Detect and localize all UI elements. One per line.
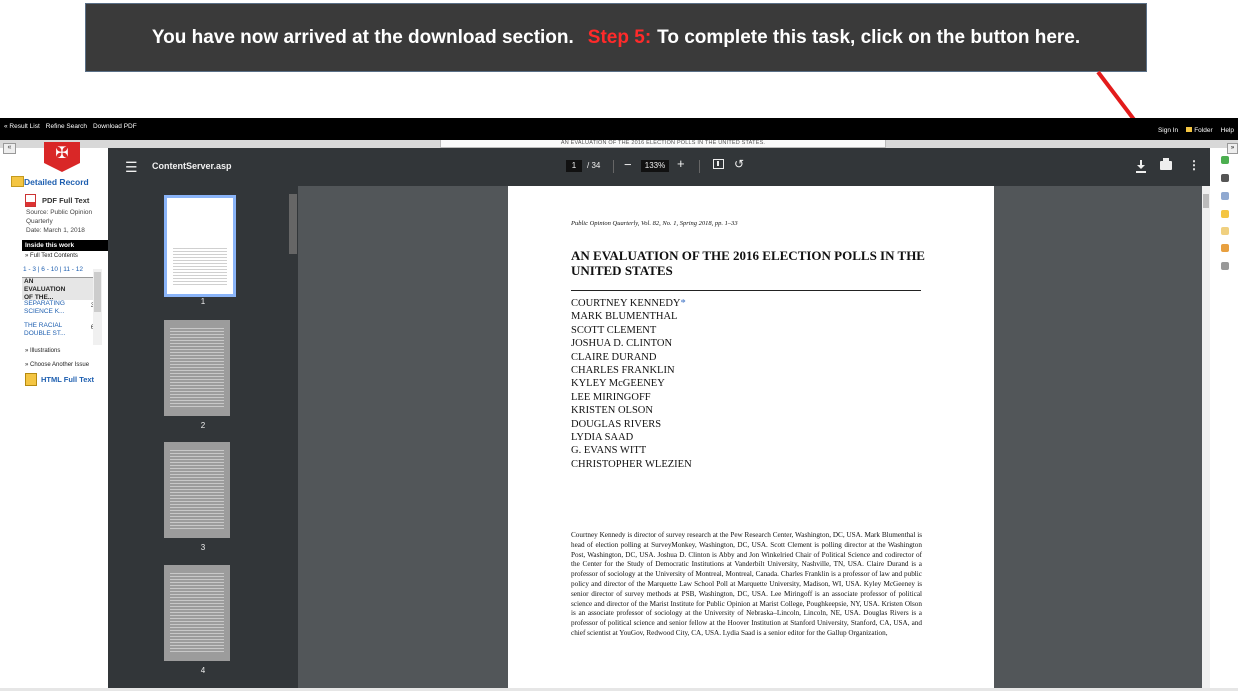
- inside-this-work-header: Inside this work: [22, 240, 108, 251]
- page-thumbnail[interactable]: [164, 320, 230, 416]
- author-name: CHRISTOPHER WLEZIEN: [571, 458, 692, 470]
- save-icon[interactable]: [1221, 210, 1229, 218]
- html-full-text-link[interactable]: HTML Full Text: [41, 375, 94, 384]
- author-name: MARK BLUMENTHAL: [571, 311, 678, 323]
- cite-icon[interactable]: [1221, 227, 1229, 235]
- toc-item[interactable]: AN EVALUATION OF THE... 1: [22, 278, 102, 301]
- author-name: JOSHUA D. CLINTON: [571, 338, 673, 350]
- menu-icon[interactable]: ☰: [125, 160, 138, 174]
- app-topbar: « Result List Refine Search Download PDF…: [0, 118, 1238, 140]
- toc-item-title: SEPARATING SCIENCE K...: [24, 300, 65, 315]
- toc-item-title: AN EVALUATION OF THE...: [24, 278, 66, 301]
- toc-item[interactable]: THE RACIAL DOUBLE ST... 63: [22, 322, 102, 344]
- page-total: / 34: [587, 161, 601, 170]
- author-name: LEE MIRINGOFF: [571, 391, 651, 403]
- pdf-toolbar: ☰ ContentServer.asp 1 / 34 − 133% + ↺ ⋮: [108, 148, 1210, 186]
- email-icon[interactable]: [1221, 192, 1229, 200]
- author-name: COURTNEY KENNEDY*: [571, 298, 686, 309]
- date-text: Date: March 1, 2018: [26, 227, 85, 234]
- dragon-logo-icon: ✠: [55, 145, 69, 162]
- permalink-icon[interactable]: [1221, 262, 1229, 270]
- thumbnail-scrollbar[interactable]: [288, 186, 298, 688]
- sign-in-link[interactable]: Sign In: [1158, 127, 1178, 134]
- author-name: LYDIA SAAD: [571, 432, 634, 444]
- instruction-banner: You have now arrived at the download sec…: [85, 3, 1147, 72]
- zoom-in-button[interactable]: +: [677, 156, 685, 171]
- author-list: COURTNEY KENNEDY* MARK BLUMENTHAL SCOTT …: [571, 297, 692, 471]
- print-icon[interactable]: [1160, 158, 1172, 170]
- fit-page-icon[interactable]: [713, 159, 724, 169]
- refine-search-link[interactable]: Refine Search: [46, 123, 87, 130]
- illustrations-link[interactable]: » Illustrations: [25, 348, 60, 354]
- author-name: KYLEY McGEENEY: [571, 378, 665, 390]
- thumbnail-label: 3: [200, 543, 206, 552]
- document-scrollbar[interactable]: [1202, 186, 1210, 688]
- zoom-out-button[interactable]: −: [624, 157, 632, 172]
- detailed-record-icon: [11, 176, 24, 187]
- toc-pager[interactable]: 1 - 3 | 6 - 10 | 11 - 12: [23, 266, 103, 273]
- page-number-input[interactable]: 1: [566, 160, 582, 172]
- print-tool-icon[interactable]: [1221, 174, 1229, 182]
- download-icon[interactable]: [1136, 160, 1146, 173]
- thumbnail-label: 2: [200, 421, 206, 430]
- zoom-level-input[interactable]: 133%: [641, 160, 669, 172]
- source-text: Source: Public Opinion Quarterly: [26, 209, 93, 225]
- document-title: ContentServer.asp: [152, 161, 232, 171]
- pdf-full-text-link[interactable]: PDF Full Text: [42, 196, 89, 205]
- thumbnail-pane: 1 2 3 4: [108, 186, 298, 688]
- pdf-page: Public Opinion Quarterly, Vol. 82, No. 1…: [508, 186, 994, 688]
- detailed-record-link[interactable]: Detailed Record: [24, 177, 89, 187]
- toc-scrollbar[interactable]: [93, 269, 102, 345]
- journal-citation: Public Opinion Quarterly, Vol. 82, No. 1…: [571, 220, 738, 227]
- author-name: CHARLES FRANKLIN: [571, 365, 675, 377]
- toc-list: AN EVALUATION OF THE... 1 SEPARATING SCI…: [22, 277, 102, 346]
- help-link[interactable]: Help: [1221, 127, 1234, 134]
- author-bio-paragraph: Courtney Kennedy is director of survey r…: [571, 531, 922, 637]
- folder-link[interactable]: Folder: [1186, 127, 1213, 134]
- banner-step: Step 5:: [587, 26, 652, 48]
- article-title: AN EVALUATION OF THE 2016 ELECTION POLLS…: [571, 248, 925, 278]
- banner-intro: You have now arrived at the download sec…: [151, 26, 574, 48]
- document-tab-title: AN EVALUATION OF THE 2016 ELECTION POLLS…: [440, 140, 886, 148]
- toolbar-divider: [613, 160, 614, 173]
- thumbnail-label: 4: [200, 666, 206, 675]
- title-rule: [571, 290, 921, 291]
- more-options-icon[interactable]: ⋮: [1188, 158, 1200, 172]
- download-pdf-link[interactable]: Download PDF: [93, 123, 137, 130]
- folder-icon: [1186, 127, 1193, 132]
- author-name: SCOTT CLEMENT: [571, 324, 657, 336]
- page-thumbnail[interactable]: [164, 195, 236, 297]
- page-thumbnail[interactable]: [164, 442, 230, 538]
- collapse-sidebar-button[interactable]: «: [3, 143, 16, 154]
- result-list-link[interactable]: « Result List: [4, 123, 40, 130]
- pdf-icon: [25, 194, 36, 207]
- author-name: G. EVANS WITT: [571, 445, 647, 457]
- expand-rail-button[interactable]: »: [1227, 143, 1238, 154]
- google-drive-icon[interactable]: [1221, 156, 1229, 164]
- toc-item-title: THE RACIAL DOUBLE ST...: [24, 322, 66, 337]
- full-text-contents-link[interactable]: » Full Text Contents: [25, 253, 78, 259]
- page-thumbnail[interactable]: [164, 565, 230, 661]
- rotate-icon[interactable]: ↺: [734, 157, 744, 171]
- thumbnail-label: 1: [200, 297, 206, 306]
- html-icon: [25, 373, 37, 386]
- banner-rest: To complete this task, click on the butt…: [657, 26, 1081, 48]
- author-name: CLAIRE DURAND: [571, 351, 657, 363]
- toolbar-divider: [699, 160, 700, 173]
- author-name: DOUGLAS RIVERS: [571, 418, 662, 430]
- toc-item[interactable]: SEPARATING SCIENCE K... 34: [22, 300, 102, 322]
- author-name: KRISTEN OLSON: [571, 405, 653, 417]
- export-icon[interactable]: [1221, 244, 1229, 252]
- choose-another-issue-link[interactable]: » Choose Another Issue: [25, 362, 89, 368]
